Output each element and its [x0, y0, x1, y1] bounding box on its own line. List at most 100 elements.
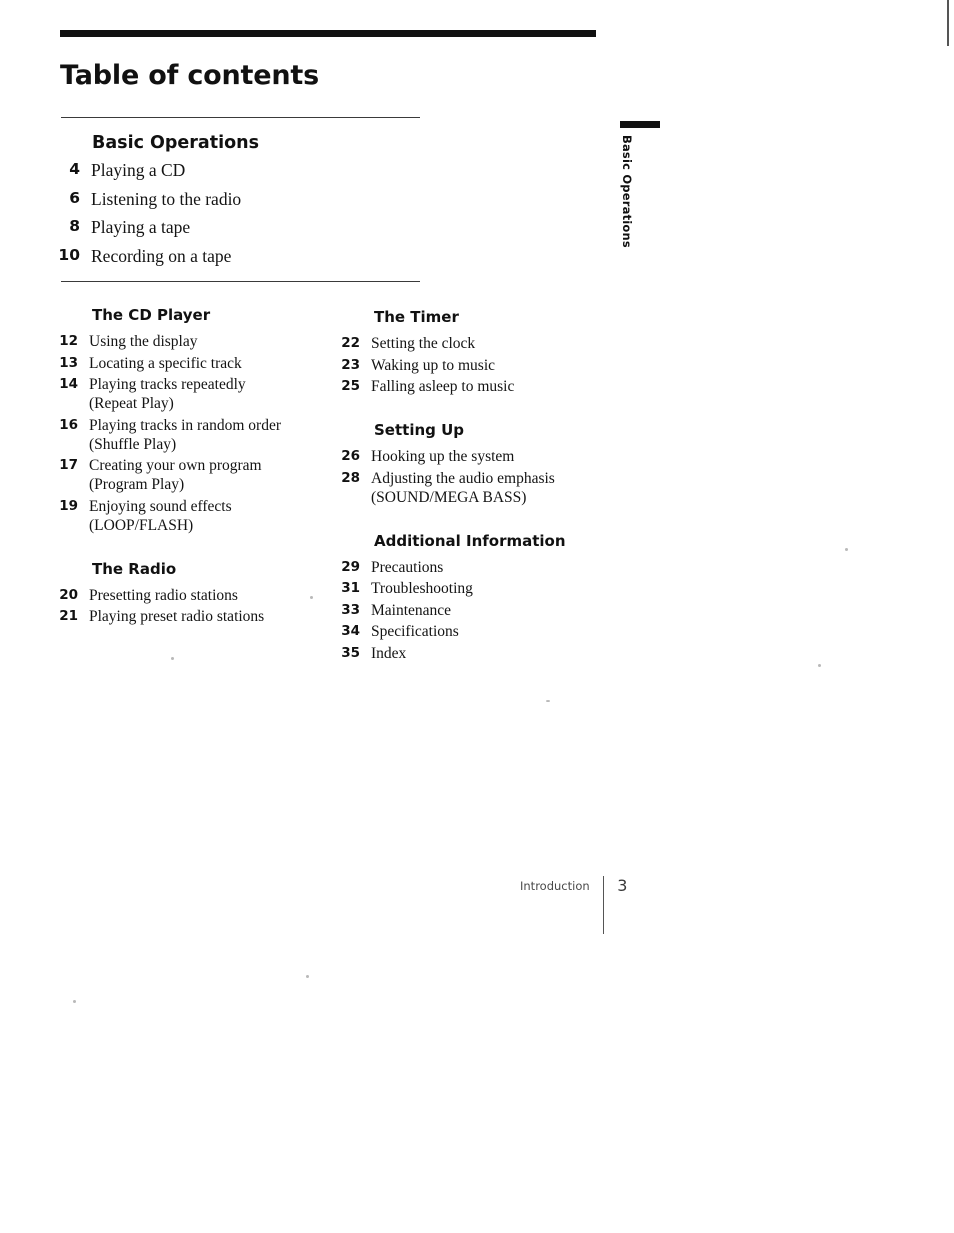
featured-section-rule-bottom	[61, 281, 420, 283]
toc-section: The Radio 20 Presetting radio stations 21 Pl…	[56, 560, 356, 627]
page-title: Table of contents	[60, 60, 319, 92]
toc-entry-page-number: 16	[59, 416, 78, 433]
toc-entry[interactable]: 35 Index	[338, 644, 638, 663]
toc-entry-title: Precautions	[371, 558, 444, 576]
toc-entry-title: Playing a tape	[91, 217, 191, 237]
toc-column-left: The CD Player 12 Using the display 13 Locati…	[56, 306, 356, 629]
toc-entry-page-number: 22	[341, 335, 360, 351]
toc-entry-title: Playing preset radio stations	[89, 608, 265, 625]
footer-section-label: Introduction	[520, 879, 590, 893]
toc-entry[interactable]: 29 Precautions	[338, 558, 638, 577]
toc-entry-page-number: 33	[341, 601, 360, 618]
toc-entry-title: Using the display	[89, 333, 198, 350]
side-tab-marker-bar	[620, 121, 660, 128]
toc-section-heading: Setting Up	[374, 421, 465, 439]
footer-divider	[602, 876, 605, 934]
toc-section: Setting Up 26 Hooking up the system 28 Adjus…	[338, 421, 638, 507]
scan-speck	[306, 975, 309, 978]
toc-entry[interactable]: 33 Maintenance	[338, 601, 638, 620]
toc-entry-title: Specifications	[371, 623, 459, 640]
toc-entry[interactable]: 6 Listening to the radio	[56, 189, 426, 209]
toc-entry-page-number: 20	[59, 586, 78, 603]
toc-entry[interactable]: 31 Troubleshooting	[338, 579, 638, 598]
scan-speck	[171, 657, 174, 660]
toc-entry[interactable]: 23 Waking up to music	[338, 356, 638, 375]
toc-entry[interactable]: 20 Presetting radio stations	[56, 586, 356, 605]
scan-edge-line	[947, 0, 949, 46]
toc-entry[interactable]: 34 Specifications	[338, 622, 638, 641]
toc-entry[interactable]: 25 Falling asleep to music	[338, 377, 638, 396]
featured-section-rule-top	[61, 117, 420, 119]
toc-entry-page-number: 21	[59, 608, 78, 624]
featured-section-list: 4 Playing a CD 6 Listening to the radio 8 Pla…	[56, 160, 426, 274]
toc-entry-page-number: 34	[341, 623, 360, 639]
toc-entry-page-number: 17	[59, 457, 78, 473]
toc-entry[interactable]: 21 Playing preset radio stations	[56, 607, 356, 626]
toc-entry-title: Adjusting the audio emphasis (SOUND/MEGA …	[360, 469, 638, 507]
toc-entry-title: Creating your own program (Program Play)	[78, 456, 356, 494]
side-tab: Basic Operations	[616, 121, 660, 248]
footer-page-number: 3	[617, 876, 628, 895]
toc-entry-page-number: 23	[341, 356, 360, 373]
toc-entry[interactable]: 8 Playing a tape	[56, 217, 426, 237]
scan-speck	[310, 596, 313, 599]
toc-entry-title: Locating a specific track	[89, 354, 242, 372]
toc-entry[interactable]: 19 Enjoying sound effects (LOOP/FLASH)	[56, 497, 356, 535]
scan-speck	[73, 1000, 76, 1003]
toc-entry-title: Playing a CD	[91, 160, 186, 180]
toc-entry-page-number: 14	[59, 376, 78, 392]
toc-entry[interactable]: 22 Setting the clock	[338, 334, 638, 353]
toc-entry-title: Index	[371, 644, 407, 662]
toc-section: Additional Information 29 Precautions 31 Tro…	[338, 532, 638, 663]
toc-section: The CD Player 12 Using the display 13 Locati…	[56, 306, 356, 535]
toc-entry[interactable]: 16 Playing tracks in random order (Shuffle…	[56, 416, 356, 454]
toc-entry-page-number: 25	[341, 378, 360, 394]
toc-entry-page-number: 13	[59, 354, 78, 371]
toc-section-heading: Additional Information	[374, 531, 566, 550]
toc-entry-page-number: 10	[58, 245, 80, 264]
toc-column-right: The Timer 22 Setting the clock 23 Waking up …	[338, 308, 638, 665]
toc-entry-page-number: 29	[341, 558, 360, 575]
toc-entry[interactable]: 13 Locating a specific track	[56, 354, 356, 373]
toc-section-heading: The Timer	[374, 308, 459, 326]
toc-entry[interactable]: 12 Using the display	[56, 332, 356, 351]
toc-entry-page-number: 12	[59, 333, 78, 349]
toc-entry-title: Listening to the radio	[91, 188, 242, 209]
toc-entry[interactable]: 4 Playing a CD	[56, 160, 426, 180]
toc-entry-title: Playing tracks repeatedly (Repeat Play)	[78, 375, 356, 413]
toc-entry-page-number: 28	[341, 469, 360, 486]
toc-section-heading: The CD Player	[92, 306, 211, 324]
scan-speck	[845, 548, 848, 551]
toc-entry-title: Setting the clock	[371, 335, 476, 352]
toc-entry-page-number: 19	[59, 497, 78, 514]
toc-entry-page-number: 31	[341, 580, 360, 596]
toc-section: The Timer 22 Setting the clock 23 Waking up …	[338, 308, 638, 396]
toc-entry-title: Recording on a tape	[91, 245, 232, 266]
scan-speck	[546, 700, 550, 702]
toc-entry-title: Falling asleep to music	[371, 378, 515, 395]
featured-section-heading: Basic Operations	[92, 133, 260, 153]
toc-section-heading: The Radio	[92, 559, 177, 578]
toc-entry-title: Playing tracks in random order (Shuffle P…	[78, 416, 356, 454]
title-rule	[60, 30, 596, 37]
toc-entry[interactable]: 28 Adjusting the audio emphasis (SOUND/MEG…	[338, 469, 638, 507]
toc-entry[interactable]: 17 Creating your own program (Program Play…	[56, 456, 356, 494]
toc-entry-title: Enjoying sound effects (LOOP/FLASH)	[78, 497, 356, 535]
toc-entry-subtitle: (Repeat Play)	[89, 395, 174, 412]
toc-entry-title: Troubleshooting	[371, 580, 473, 597]
toc-entry-title: Maintenance	[371, 601, 452, 619]
toc-entry[interactable]: 10 Recording on a tape	[56, 246, 426, 266]
toc-entry[interactable]: 26 Hooking up the system	[338, 447, 638, 466]
toc-entry-subtitle: (SOUND/MEGA BASS)	[371, 488, 527, 506]
toc-entry-subtitle: (LOOP/FLASH)	[89, 516, 194, 534]
toc-entry-page-number: 6	[69, 188, 80, 207]
toc-entry-title: Waking up to music	[371, 356, 496, 374]
toc-entry-title: Presetting radio stations	[89, 586, 238, 604]
toc-entry-page-number: 4	[69, 160, 80, 178]
toc-entry-subtitle: (Shuffle Play)	[89, 435, 177, 453]
side-tab-label: Basic Operations	[620, 135, 634, 248]
toc-entry-page-number: 35	[341, 644, 360, 661]
manual-page: Table of contents Basic Operations 4 Play…	[0, 0, 954, 1233]
page-footer: Introduction 3	[520, 876, 627, 934]
toc-entry[interactable]: 14 Playing tracks repeatedly (Repeat Play)	[56, 375, 356, 413]
